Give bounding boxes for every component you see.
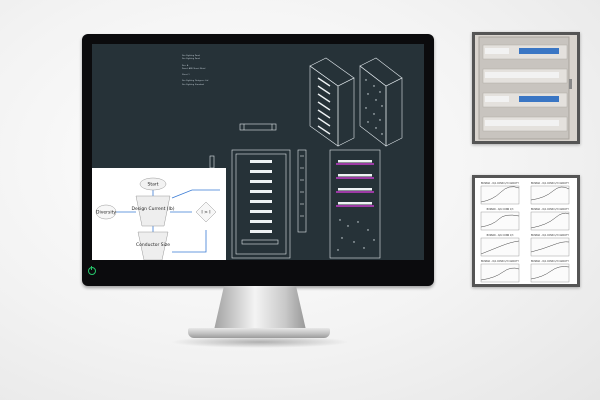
flowchart-panel: Start Design Current (Ib) Diversity I > … (92, 168, 226, 260)
flow-label-conductor-size: Conductor Size (136, 242, 170, 248)
chart-title: BUSBAR – R/A CONN 1/3 CAPACITY (481, 260, 520, 263)
power-icon[interactable] (88, 266, 96, 275)
cad-isometric-cabinet (309, 57, 355, 147)
flow-label-condition: I > I (201, 210, 210, 216)
chart-title: BUSBAR – R/A CONN 1/3 CAPACITY (531, 182, 570, 185)
cad-top-view (239, 123, 277, 131)
cad-note: Panel: ARE Sheet Metal (182, 67, 206, 70)
chart-title: BUSBAR – R/A CONN 1/3 (487, 234, 514, 237)
chart-title: BUSBAR – R/A CONN 1/3 (487, 208, 514, 211)
cad-note: Rev. A (182, 64, 189, 67)
chart-title: BUSBAR – R/A CONN 1/3 CAPACITY (531, 234, 570, 237)
flow-label-design-current: Design Current (Ib) (132, 206, 175, 212)
photo-thumbnail[interactable] (472, 32, 580, 144)
chart-title: BUSBAR – R/A CONN 1/3 CAPACITY (531, 260, 570, 263)
monitor-stand-neck (214, 286, 306, 330)
cad-note: Sheet 1 (182, 73, 190, 76)
cad-note: Fire Fighting Designer: Ltd (182, 79, 209, 82)
charts-sheet: BUSBAR – R/A CONN 1/3 CAPACITY BUSBAR – … (475, 178, 577, 284)
cad-notes: Fire Fighting Panel Fire Fighting Panel … (182, 54, 209, 86)
chart-title: BUSBAR – R/A CONN 1/3 CAPACITY (531, 208, 570, 211)
distribution-board-photo (475, 35, 577, 141)
monitor-stand-base (188, 328, 330, 338)
cad-backplate-view (329, 149, 381, 259)
monitor: Fire Fighting Panel Fire Fighting Panel … (82, 34, 434, 286)
cad-isometric-backplate (359, 57, 403, 147)
cad-note: Fire Fighting Panel (182, 54, 201, 57)
flow-label-start: Start (148, 182, 159, 188)
cad-note: Fire Fighting Panel (182, 57, 201, 60)
monitor-screen: Fire Fighting Panel Fire Fighting Panel … (92, 44, 424, 260)
flow-label-diversity: Diversity (96, 210, 116, 216)
cad-note: Fire Fighting Standard (182, 83, 205, 86)
chart-title: BUSBAR – R/A CONN 1/3 CAPACITY (481, 182, 520, 185)
charts-thumbnail[interactable]: BUSBAR – R/A CONN 1/3 CAPACITY BUSBAR – … (472, 175, 580, 287)
cad-front-view (231, 149, 291, 259)
